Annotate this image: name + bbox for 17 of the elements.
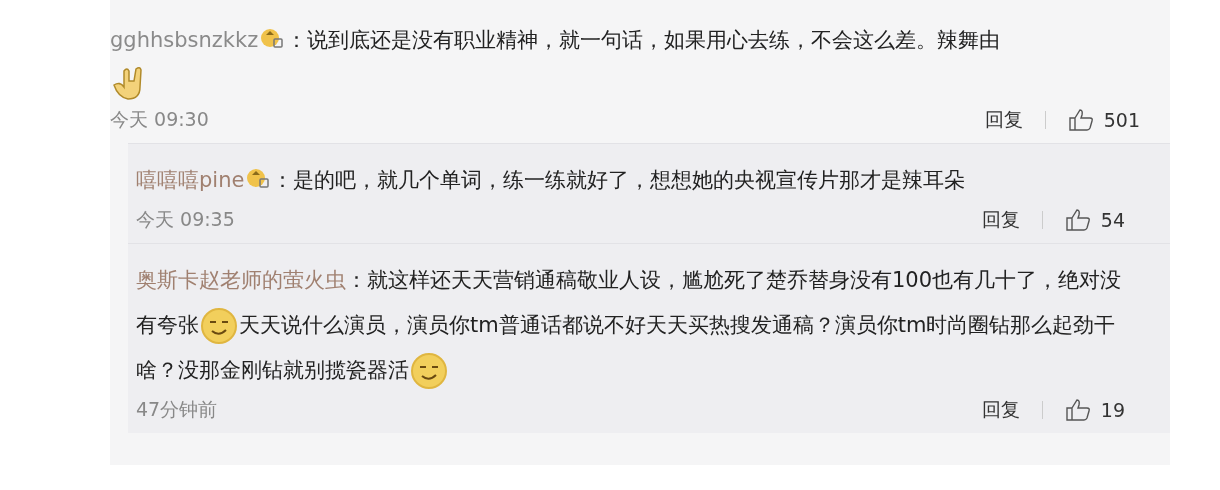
reply-link[interactable]: 回复 — [984, 107, 1023, 133]
thumbs-up-icon[interactable] — [1064, 208, 1091, 232]
comment-text: gghhsbsnzkkz ：说到底还是没有职业精神，就一句话，如果用心去练，不会这么差。辣舞由 — [110, 18, 1140, 103]
face-emoji — [199, 306, 239, 346]
reply-link[interactable]: 回复 — [981, 207, 1020, 233]
comment-time: 47分钟前 — [136, 397, 218, 422]
comment-text: 嘻嘻嘻pine ：是的吧，就几个单词，练一练就好了，想想她的央视宣传片那才是辣耳朵 — [136, 165, 967, 194]
thumbs-up-icon[interactable] — [1067, 108, 1094, 132]
like-count: 19 — [1100, 399, 1125, 421]
comment-time: 今天 09:30 — [110, 107, 209, 132]
reply-link[interactable]: 回复 — [981, 397, 1020, 423]
comment-text: 奥斯卡赵老师的萤火虫：就这样还天天营销通稿敬业人设，尴尬死了楚乔替身没有100也有几十了，绝对没有夸张 天天说什么演员，演员你tm普通话都说不好天天买热搜发通稿？演员你tm时尚圈钻那么起劲干啥？没那金刚钻就别揽瓷器活 — [136, 258, 1125, 393]
like-count: 501 — [1103, 109, 1140, 131]
face-emoji — [409, 351, 449, 391]
thumbs-up-icon[interactable] — [1064, 398, 1091, 422]
like-count: 54 — [1100, 209, 1125, 231]
comment-time: 今天 09:35 — [136, 207, 235, 232]
